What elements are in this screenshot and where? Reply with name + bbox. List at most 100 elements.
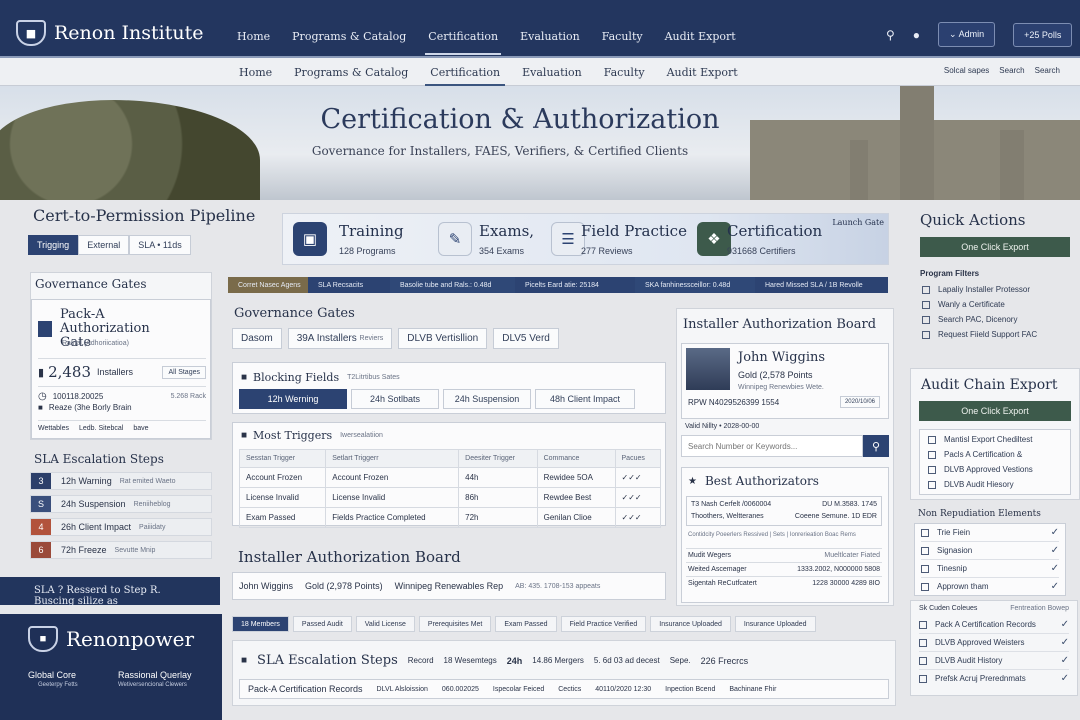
- nav-certification[interactable]: Certification: [417, 24, 509, 55]
- fcc-item[interactable]: Pack A Certification Records ✓: [919, 616, 1069, 634]
- nonrep-item[interactable]: Signasion ✓: [921, 542, 1059, 560]
- chip-installers[interactable]: 39A Installers Reviers: [287, 328, 393, 349]
- sla-row-title[interactable]: Pack-A Certification Records: [248, 684, 363, 694]
- nonrep-item[interactable]: Apprown tham ✓: [921, 578, 1059, 595]
- tab-external[interactable]: External: [78, 235, 130, 255]
- filter-item[interactable]: Search PAC, Dicenory: [922, 312, 1080, 327]
- sla-step[interactable]: 4 26h Client Impact Paiiidaty: [30, 518, 212, 536]
- search-button-icon[interactable]: ⚲: [863, 435, 889, 457]
- th-4[interactable]: Commance: [536, 449, 616, 468]
- badge-prereq[interactable]: Prerequisites Met: [418, 616, 492, 632]
- search-link[interactable]: Search: [999, 66, 1024, 75]
- nonrep-item[interactable]: Trie Fiein ✓: [921, 524, 1059, 542]
- th-1[interactable]: Sesstan Trigger: [238, 449, 327, 468]
- sla-chip-3[interactable]: 14.86 Mergers: [532, 656, 584, 665]
- admin-button[interactable]: ⌄ Admin: [938, 22, 996, 47]
- badge-members[interactable]: 18 Members: [232, 616, 289, 632]
- nav-home[interactable]: Home: [226, 24, 281, 49]
- chip-dlv5[interactable]: DLV5 Verd: [493, 328, 559, 349]
- sla-chip-6[interactable]: 226 Frecrcs: [701, 656, 749, 666]
- sla-chip-record[interactable]: Record: [408, 656, 434, 665]
- sla-step[interactable]: S 24h Suspension Reniiheblog: [30, 495, 212, 513]
- all-stages-tag[interactable]: All Stages: [162, 365, 206, 379]
- launch-gate-link[interactable]: Launch Gate: [832, 218, 884, 227]
- audit-item[interactable]: DLVB Approved Vestions: [928, 462, 1062, 477]
- sla-chip-2[interactable]: 24h: [507, 656, 523, 666]
- badge-insurance-2[interactable]: Insurance Uploaded: [734, 616, 816, 632]
- stage-training[interactable]: Training 128 Programs: [339, 222, 404, 256]
- subnav-evaluation[interactable]: Evaluation: [511, 62, 593, 83]
- brand[interactable]: ■ Renon Institute: [16, 20, 203, 46]
- subnav-programs[interactable]: Programs & Catalog: [283, 62, 419, 83]
- sla-chip-1[interactable]: 18 Wesemtegs: [444, 656, 497, 665]
- audit-item[interactable]: Pacls A Certification &: [928, 447, 1062, 462]
- search-link-2[interactable]: Search: [1035, 66, 1060, 75]
- training-icon: ▣: [293, 222, 327, 256]
- subnav-home[interactable]: Home: [228, 62, 283, 83]
- link-wettables[interactable]: Wettables: [38, 425, 69, 432]
- audit-item[interactable]: DLVB Audit Hiesory: [928, 477, 1062, 492]
- audit-export-button[interactable]: One Click Export: [919, 401, 1071, 421]
- audit-item[interactable]: Mantisl Export Chediltest: [928, 432, 1062, 447]
- stage-field-practice[interactable]: Field Practice 277 Reviews: [581, 222, 687, 256]
- fcc-item[interactable]: DLVB Approved Weisters ✓: [919, 634, 1069, 652]
- search-input[interactable]: [681, 435, 863, 457]
- table-row[interactable]: License Invalid License Invalid 86h Rewd…: [238, 487, 662, 508]
- tab-sla[interactable]: SLA • 11ds: [129, 235, 191, 255]
- subnav-audit-export[interactable]: Audit Export: [656, 62, 749, 83]
- table-row[interactable]: Exam Passed Fields Practice Completed 72…: [238, 507, 662, 528]
- fcc-item[interactable]: Prefsk Acruj Prerednmats ✓: [919, 670, 1069, 687]
- link-ledb[interactable]: Ledb. Sitebcal: [79, 425, 123, 432]
- sla-bar[interactable]: SLA ? Resserd to Step R. Buscing silize …: [0, 577, 220, 607]
- blocking-48h[interactable]: 48h Client Impact: [535, 389, 635, 409]
- subnav-faculty[interactable]: Faculty: [593, 62, 656, 83]
- stage-certification[interactable]: Certification 931668 Certifiers: [727, 222, 822, 256]
- polls-button[interactable]: +25 Polls: [1013, 22, 1073, 47]
- one-click-export-button[interactable]: One Click Export: [920, 237, 1070, 257]
- nav-programs[interactable]: Programs & Catalog: [281, 24, 417, 49]
- blocking-24h-a[interactable]: 24h Sotlbats: [351, 389, 439, 409]
- stage-exams[interactable]: Exams, 354 Exams: [479, 222, 534, 256]
- iab-row-name[interactable]: John Wiggins: [239, 581, 293, 591]
- badge-passed-audit[interactable]: Passed Audit: [292, 616, 352, 632]
- checkbox-icon: [928, 435, 936, 444]
- nav-faculty[interactable]: Faculty: [591, 24, 654, 49]
- list-item-value: 1333.2002, N000000 5808: [797, 566, 880, 573]
- filter-item[interactable]: Lapaliy Installer Protessor: [922, 282, 1080, 297]
- badge-insurance-1[interactable]: Insurance Uploaded: [650, 616, 731, 632]
- renonpower-panel: ■ Renonpower Global Core Geeterpy Fetts …: [0, 614, 222, 720]
- tab-trigging[interactable]: Trigging: [28, 235, 79, 255]
- th-5[interactable]: Pacues: [614, 449, 662, 468]
- badge-exam-passed[interactable]: Exam Passed: [495, 616, 557, 632]
- filter-item[interactable]: Request Fiield Support FAC: [922, 327, 1080, 342]
- chip-dlvb[interactable]: DLVB Vertisllion: [398, 328, 488, 349]
- fcc-item[interactable]: DLVB Audit History ✓: [919, 652, 1069, 670]
- chip-dasom[interactable]: Dasom: [232, 328, 282, 349]
- audit-item-label: Mantisl Export Chediltest: [944, 435, 1033, 444]
- badge-valid-license[interactable]: Valid License: [355, 616, 415, 632]
- subnav-certification[interactable]: Certification: [419, 62, 511, 86]
- sla-step[interactable]: 3 12h Warning Rat emited Waeto: [30, 472, 212, 490]
- th-2[interactable]: Setlart Triggerr: [325, 449, 460, 468]
- avatar[interactable]: [686, 348, 730, 390]
- nav-audit-export[interactable]: Audit Export: [654, 24, 747, 49]
- nonrep-item[interactable]: Tinesnip ✓: [921, 560, 1059, 578]
- link-bave[interactable]: bave: [133, 425, 148, 432]
- search-icon[interactable]: ⚲: [886, 28, 895, 42]
- sla-chip-5[interactable]: Sepe.: [670, 656, 691, 665]
- table-row[interactable]: Account Frozen Account Frozen 44h Rewide…: [238, 467, 662, 488]
- list-item[interactable]: Weited Ascemager 1333.2002, N000000 5808: [686, 562, 882, 576]
- th-3[interactable]: Deesiter Trigger: [458, 449, 538, 468]
- sla-chip-4[interactable]: 5. 6d 03 ad decest: [594, 656, 660, 665]
- list-item[interactable]: Mudit Wegers Mueltlcater Fiated: [686, 548, 882, 562]
- filter-item[interactable]: Wanly a Certificate: [922, 297, 1080, 312]
- blocking-12h[interactable]: 12h Werning: [239, 389, 347, 409]
- blocking-24h-b[interactable]: 24h Suspension: [443, 389, 531, 409]
- social-pages-link[interactable]: Solcal sapes: [944, 66, 989, 75]
- sla-step[interactable]: 6 72h Freeze Sevutte Mnip: [30, 541, 212, 559]
- bell-icon[interactable]: ●: [913, 28, 920, 42]
- list-item[interactable]: Sigentah ReCutfcatert 1228 30000 4289 8IO: [686, 576, 882, 590]
- sla-left-title: SLA Escalation Steps: [34, 452, 164, 466]
- badge-field-practice[interactable]: Field Practice Verified: [560, 616, 647, 632]
- nav-evaluation[interactable]: Evaluation: [509, 24, 591, 49]
